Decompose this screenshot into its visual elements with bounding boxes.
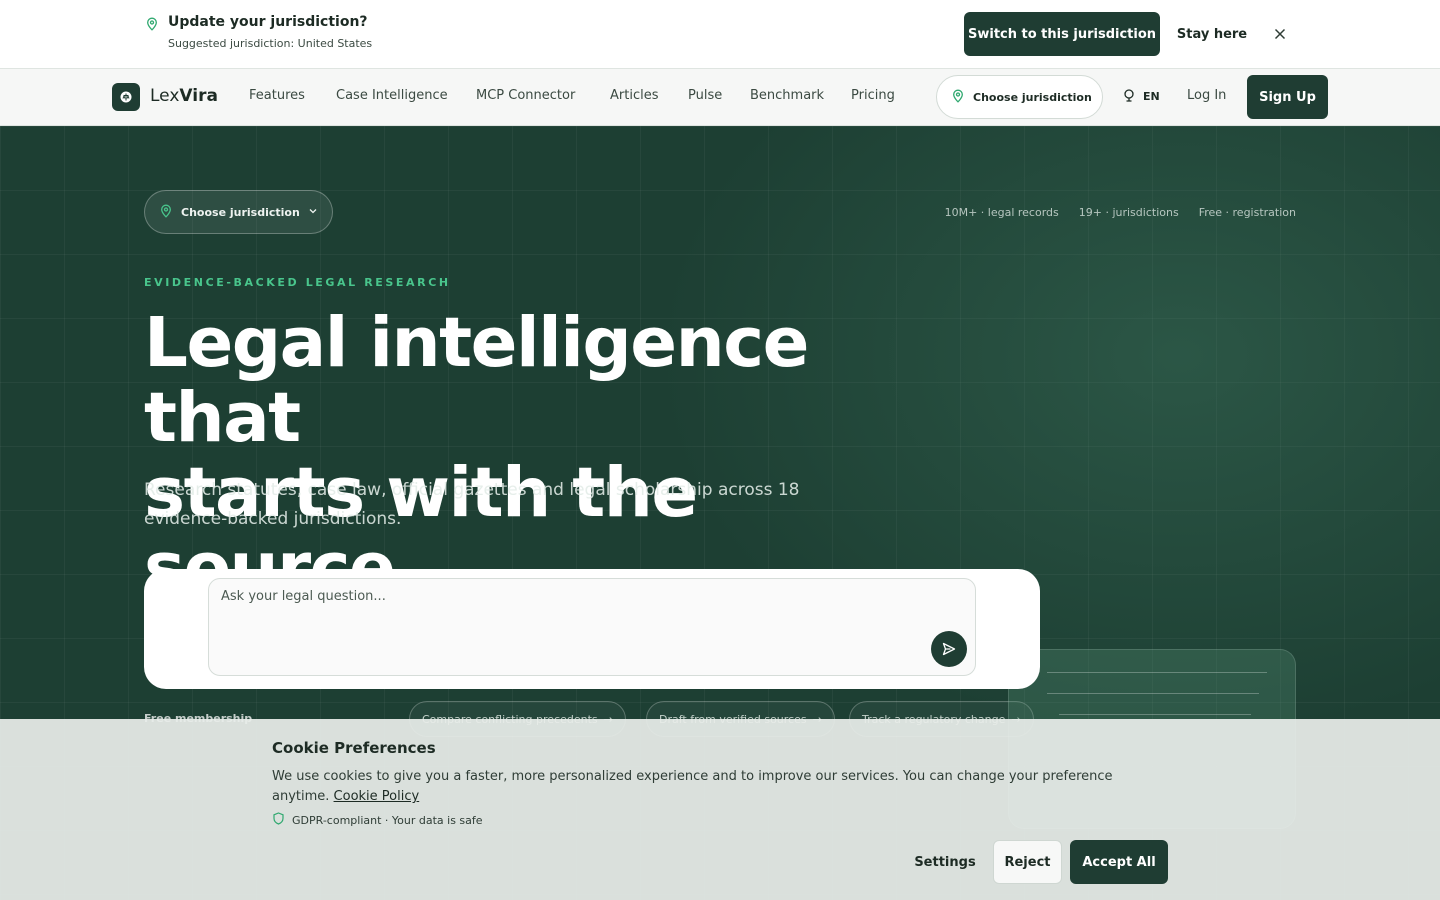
top-navigation: LexVira Features Case Intelligence MCP C…: [0, 69, 1440, 126]
nav-link-case-intelligence[interactable]: Case Intelligence: [336, 88, 448, 103]
ask-box: [208, 578, 976, 676]
logo-icon[interactable]: [112, 83, 140, 111]
send-button[interactable]: [931, 631, 967, 667]
cookie-consent-bar: Cookie Preferences We use cookies to giv…: [0, 719, 1440, 900]
map-pin-icon: [159, 204, 173, 221]
nav-link-pricing[interactable]: Pricing: [851, 88, 895, 103]
language-label: EN: [1143, 90, 1160, 103]
hero-eyebrow: EVIDENCE-BACKED LEGAL RESEARCH: [144, 276, 451, 289]
banner-subtitle: Suggested jurisdiction: United States: [168, 37, 373, 50]
nav-link-pulse[interactable]: Pulse: [688, 88, 722, 103]
nav-jurisdiction-button[interactable]: Choose jurisdiction: [936, 75, 1103, 119]
cookie-policy-link[interactable]: Cookie Policy: [334, 789, 420, 804]
hero-jurisdiction-label: Choose jurisdiction: [181, 205, 300, 219]
cookie-accept-all-button[interactable]: Accept All: [1070, 840, 1168, 884]
preview-line: [1059, 714, 1251, 715]
nav-link-features[interactable]: Features: [249, 88, 305, 103]
cookie-text: We use cookies to give you a faster, mor…: [272, 767, 1152, 807]
map-pin-icon: [951, 89, 965, 106]
close-icon[interactable]: [1268, 22, 1292, 46]
nav-link-articles[interactable]: Articles: [610, 88, 658, 103]
brand-name[interactable]: LexVira: [150, 86, 218, 106]
preview-line: [1047, 693, 1259, 694]
cookie-reject-button[interactable]: Reject: [993, 840, 1062, 884]
jurisdiction-banner: Update your jurisdiction? Suggested juri…: [0, 0, 1440, 69]
switch-jurisdiction-button[interactable]: Switch to this jurisdiction: [964, 12, 1160, 56]
stat-jurisdictions: 19+ · jurisdictions: [1078, 206, 1179, 219]
ask-card: [144, 569, 1040, 689]
brand-suffix: Vira: [179, 86, 218, 106]
stat-registration: Free · registration: [1198, 206, 1296, 219]
nav-link-mcp-connector[interactable]: MCP Connector: [476, 88, 575, 103]
gdpr-label: GDPR-compliant · Your data is safe: [292, 813, 483, 827]
language-selector[interactable]: EN: [1122, 88, 1160, 105]
map-pin-icon: [145, 16, 159, 31]
shield-icon: [272, 812, 285, 828]
cookie-settings-button[interactable]: Settings: [905, 840, 985, 884]
gdpr-note: GDPR-compliant · Your data is safe: [272, 812, 483, 828]
hero-jurisdiction-dropdown[interactable]: Choose jurisdiction: [144, 190, 333, 234]
stat-legal-records: 10M+ · legal records: [944, 206, 1059, 219]
cookie-title: Cookie Preferences: [272, 739, 436, 757]
login-link[interactable]: Log In: [1187, 88, 1226, 103]
hero-stats: 10M+ · legal records 19+ · jurisdictions…: [945, 206, 1296, 219]
nav-link-benchmark[interactable]: Benchmark: [750, 88, 824, 103]
headline-line-1: Legal intelligence that: [144, 303, 809, 458]
globe-icon: [1122, 88, 1136, 105]
hero-headline: Legal intelligence that starts with the …: [144, 306, 964, 606]
stay-here-button[interactable]: Stay here: [1172, 12, 1252, 56]
preview-line: [1047, 672, 1267, 673]
chevron-down-icon: [308, 206, 318, 219]
banner-title: Update your jurisdiction?: [168, 14, 368, 30]
nav-jurisdiction-label: Choose jurisdiction: [973, 90, 1092, 104]
signup-button[interactable]: Sign Up: [1247, 75, 1328, 119]
brand-prefix: Lex: [150, 86, 180, 106]
legal-question-input[interactable]: [221, 589, 921, 604]
send-icon: [942, 642, 956, 656]
hero-lead: Research statutes, case law, official ga…: [144, 480, 800, 529]
